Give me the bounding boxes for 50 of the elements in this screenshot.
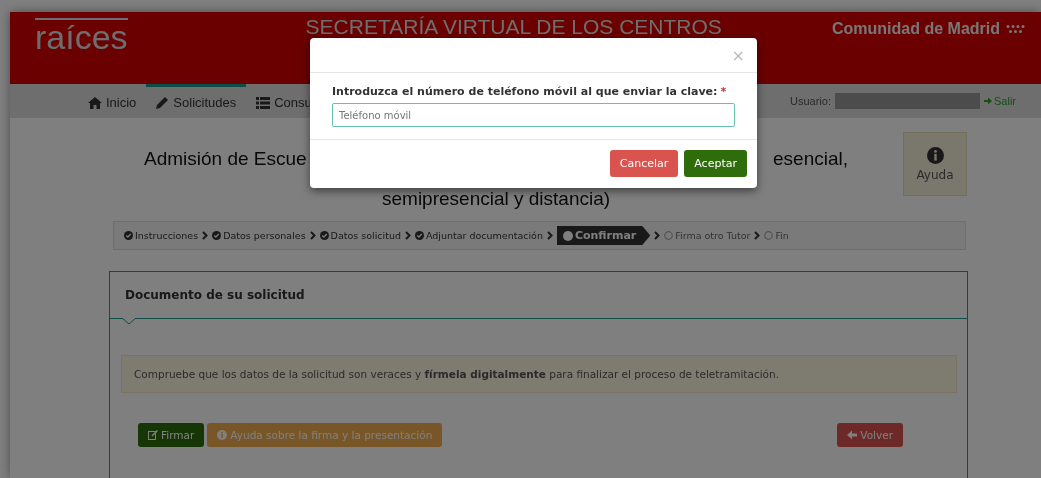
chevron-icon (404, 231, 411, 240)
step-item: Datos personales (212, 230, 306, 241)
home-icon (88, 96, 102, 109)
alert-message: Compruebe que los datos de la solicitud son veraces y fírmela digitalmente para finalizar el proceso de teletramitación. (121, 355, 957, 393)
site-title: SECRETARÍA VIRTUAL DE LOS CENTROS (305, 16, 722, 37)
edit-icon (148, 430, 158, 440)
list-icon (256, 96, 271, 109)
check-circle-icon (414, 231, 424, 240)
user-label: Usuario: (790, 95, 831, 107)
check-circle-icon (212, 231, 222, 240)
region-name: Comunidad de Madrid (832, 20, 1000, 38)
stars-icon (1006, 24, 1026, 34)
exit-icon (984, 97, 992, 105)
back-button[interactable]: Volver (837, 423, 903, 447)
chevron-icon (654, 231, 661, 240)
step-item: Adjuntar documentación (414, 230, 543, 241)
step-item: Datos solicitud (319, 230, 401, 241)
phone-input[interactable]: Teléfono móvil (332, 103, 735, 127)
chevron-icon (309, 231, 316, 240)
panel-title: Documento de su solicitud (125, 288, 305, 302)
info-icon (217, 430, 228, 440)
page-title: Admisión de Escue (144, 148, 307, 170)
accept-button[interactable]: Aceptar (684, 150, 747, 177)
page-title: esencial, (773, 148, 848, 170)
step-item: Instrucciones (124, 230, 199, 241)
chevron-icon (754, 231, 761, 240)
chevron-icon (202, 231, 209, 240)
help-button[interactable]: Ayuda (903, 132, 967, 196)
logout-link[interactable]: Salir (984, 95, 1016, 107)
circle-outline-icon (764, 231, 774, 240)
info-icon (926, 146, 944, 164)
required-mark: * (720, 85, 727, 98)
nav-tab[interactable]: Solicitudes (146, 84, 247, 118)
page-title: semipresencial y distancia) (382, 188, 611, 210)
pencil-icon (156, 96, 170, 109)
step-item: Firma otro Tutor (664, 230, 751, 241)
field-label: Introduzca el número de teléfono móvil al que enviar la clave: (332, 85, 718, 98)
close-button[interactable]: × (729, 45, 747, 65)
check-circle-icon (124, 231, 133, 240)
arrow-left-icon (847, 430, 858, 440)
circle-outline-icon (664, 231, 674, 240)
circle-icon (562, 230, 573, 241)
sign-button[interactable]: Firmar (138, 423, 205, 447)
step-item: Confirmar (556, 226, 651, 245)
step-item: Fin (764, 230, 789, 241)
cancel-button[interactable]: Cancelar (609, 150, 679, 177)
chevron-icon (546, 231, 553, 240)
logo[interactable]: raíces (35, 18, 128, 54)
nav-tab[interactable]: Inicio (78, 84, 147, 118)
check-circle-icon (319, 231, 329, 240)
